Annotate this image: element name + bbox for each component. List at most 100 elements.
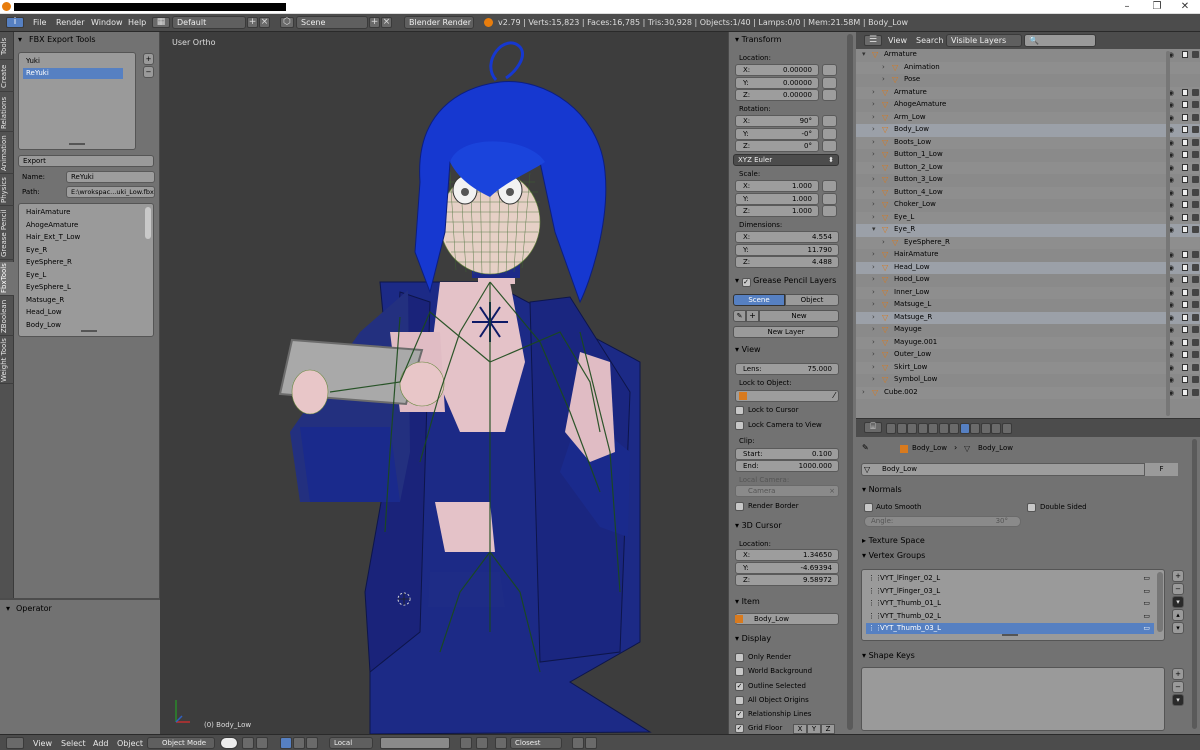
- breadcrumb-object[interactable]: Body_Low: [912, 444, 947, 452]
- outliner-item-label[interactable]: Skirt_Low: [894, 363, 927, 371]
- export-button[interactable]: Export: [18, 155, 154, 167]
- transform-orientation-select[interactable]: Local: [329, 737, 373, 749]
- grease-pencil-header[interactable]: ▾ ✓ Grease Pencil Layers: [735, 276, 836, 287]
- renderability-camera-icon[interactable]: [1192, 276, 1199, 283]
- expand-arrow-icon[interactable]: ›: [872, 250, 875, 258]
- selectability-cursor-icon[interactable]: [1182, 101, 1188, 108]
- outliner-item-label[interactable]: Body_Low: [894, 125, 929, 133]
- menu-help[interactable]: Help: [128, 18, 146, 27]
- 3d-cursor-header[interactable]: ▾ 3D Cursor: [735, 521, 782, 530]
- list-resize-handle[interactable]: [69, 143, 85, 145]
- list-item[interactable]: EyeSphere_L: [23, 282, 141, 293]
- texture-space-header[interactable]: ▸ Texture Space: [862, 536, 925, 545]
- outliner-row[interactable]: ▾ ▽ Armature ◉: [856, 49, 1200, 62]
- clip-start-field[interactable]: Start: 0.100: [735, 448, 839, 460]
- outliner-row[interactable]: › ▽ Button_1_Low ◉: [856, 149, 1200, 162]
- list-item[interactable]: Yuki: [23, 56, 123, 67]
- outliner-row[interactable]: › ▽ Inner_Low ◉: [856, 286, 1200, 299]
- prop-tab-modifiers-icon[interactable]: [949, 423, 959, 434]
- outliner-item-label[interactable]: Hood_Low: [894, 275, 930, 283]
- list-resize-handle[interactable]: [81, 330, 97, 332]
- shape-key-list[interactable]: [861, 667, 1165, 731]
- lock-icon[interactable]: [822, 127, 837, 140]
- path-field[interactable]: E:\wrokspac...uki_Low.fbx: [66, 186, 155, 198]
- outliner-editor-icon[interactable]: ☰: [864, 35, 882, 46]
- maximize-button[interactable]: ❐: [1142, 1, 1172, 12]
- expand-arrow-icon[interactable]: ›: [882, 75, 885, 83]
- expand-arrow-icon[interactable]: ›: [872, 188, 875, 196]
- list-item[interactable]: AhogeAmature: [23, 220, 141, 231]
- outliner-item-label[interactable]: Boots_Low: [894, 138, 931, 146]
- outliner-row[interactable]: › ▽ Skirt_Low ◉: [856, 361, 1200, 374]
- lock-icon[interactable]: ▭: [1143, 598, 1150, 609]
- list-item[interactable]: ReYuki: [23, 68, 123, 79]
- expand-arrow-icon[interactable]: ›: [872, 88, 875, 96]
- outliner-row[interactable]: › ▽ Cube.002 ◉: [856, 386, 1200, 399]
- close-button[interactable]: ✕: [1170, 1, 1200, 12]
- outliner-item-label[interactable]: Head_Low: [894, 263, 930, 271]
- renderability-camera-icon[interactable]: [1192, 363, 1199, 371]
- selectability-cursor-icon[interactable]: [1182, 163, 1188, 171]
- outliner-row[interactable]: › ▽ Button_3_Low ◉: [856, 174, 1200, 187]
- expand-arrow-icon[interactable]: ›: [862, 388, 865, 396]
- scene-remove-icon[interactable]: ×: [381, 17, 392, 28]
- name-field[interactable]: ReYuki: [66, 171, 155, 183]
- rotation-y-field[interactable]: Y: -0°: [735, 127, 819, 140]
- dimensions-y-field[interactable]: Y: 11.790: [735, 243, 839, 256]
- render-anim-icon[interactable]: [585, 737, 597, 749]
- gp-scene-tab[interactable]: Scene: [733, 294, 785, 306]
- local-camera-field[interactable]: Camera ×: [735, 485, 839, 497]
- menu-select[interactable]: Select: [61, 739, 86, 748]
- cursor_location-x-field[interactable]: X: 1.34650: [735, 549, 839, 561]
- gp-add-icon[interactable]: +: [746, 310, 759, 322]
- renderability-camera-icon[interactable]: [1192, 138, 1199, 146]
- list-item[interactable]: Body_Low: [23, 320, 141, 331]
- snap-icon[interactable]: [495, 737, 507, 749]
- render-engine-select[interactable]: Blender Render: [404, 16, 474, 29]
- view-header[interactable]: ▾ View: [735, 345, 761, 354]
- outliner-row[interactable]: › ▽ Pose: [856, 74, 1200, 87]
- list-item[interactable]: ⋮⋮ VYT_Thumb_01_L ▭: [866, 598, 1154, 609]
- selectability-cursor-icon[interactable]: [1182, 338, 1188, 346]
- expand-arrow-icon[interactable]: ›: [872, 300, 875, 308]
- lock-layers-icon[interactable]: [460, 737, 472, 749]
- rotation-z-field[interactable]: Z: 0°: [735, 140, 819, 152]
- editor-type-icon[interactable]: [6, 737, 24, 749]
- prop-tab-object-icon[interactable]: [928, 423, 938, 434]
- outliner-row[interactable]: › ▽ Boots_Low ◉: [856, 136, 1200, 149]
- selectability-cursor-icon[interactable]: [1182, 326, 1188, 333]
- lock-icon[interactable]: [822, 205, 837, 217]
- shape-keys-header[interactable]: ▾ Shape Keys: [862, 651, 915, 660]
- outliner-item-label[interactable]: Eye_L: [894, 213, 914, 221]
- outliner-scrollbar[interactable]: [1166, 51, 1170, 416]
- renderability-camera-icon[interactable]: [1192, 176, 1199, 183]
- only-render-checkbox[interactable]: [735, 653, 744, 662]
- prop-tab-data-icon[interactable]: [959, 423, 970, 434]
- display-header[interactable]: ▾ Display: [735, 634, 771, 643]
- outliner-item-label[interactable]: EyeSphere_R: [904, 238, 950, 246]
- proportional-edit-icon[interactable]: [476, 737, 488, 749]
- renderability-camera-icon[interactable]: [1192, 251, 1199, 258]
- expand-arrow-icon[interactable]: ▾: [862, 50, 866, 58]
- outliner-item-label[interactable]: AhogeAmature: [894, 100, 946, 108]
- grid-floor-checkbox[interactable]: ✓: [735, 724, 744, 733]
- renderability-camera-icon[interactable]: [1192, 163, 1199, 171]
- prop-tab-layers-icon[interactable]: [896, 423, 907, 434]
- renderability-camera-icon[interactable]: [1192, 376, 1199, 383]
- outliner-row[interactable]: › ▽ Choker_Low ◉: [856, 199, 1200, 212]
- prop-tab-material-icon[interactable]: [970, 423, 980, 434]
- prop-tab-render-icon[interactable]: [886, 423, 896, 434]
- selectability-cursor-icon[interactable]: [1182, 388, 1188, 396]
- double-sided-checkbox[interactable]: [1027, 503, 1036, 512]
- outliner-row[interactable]: › ▽ Matsuge_R ◉: [856, 311, 1200, 324]
- vertex-groups-header[interactable]: ▾ Vertex Groups: [862, 551, 925, 560]
- lock-icon[interactable]: [822, 89, 837, 101]
- properties-scrollbar[interactable]: [1192, 439, 1197, 729]
- outliner-row[interactable]: › ▽ HairAmature ◉: [856, 249, 1200, 262]
- location-x-field[interactable]: X: 0.00000: [735, 64, 819, 76]
- outliner-row[interactable]: › ▽ Hood_Low ◉: [856, 274, 1200, 287]
- outliner-row[interactable]: › ▽ Symbol_Low ◉: [856, 374, 1200, 387]
- outliner-item-label[interactable]: Eye_R: [894, 225, 915, 233]
- scene-select[interactable]: Scene: [296, 16, 368, 29]
- vertex-group-list[interactable]: ⋮⋮ VYT_lFinger_02_L ▭ ⋮⋮ VYT_lFinger_03_L ▭ ⋮⋮…: [861, 569, 1165, 641]
